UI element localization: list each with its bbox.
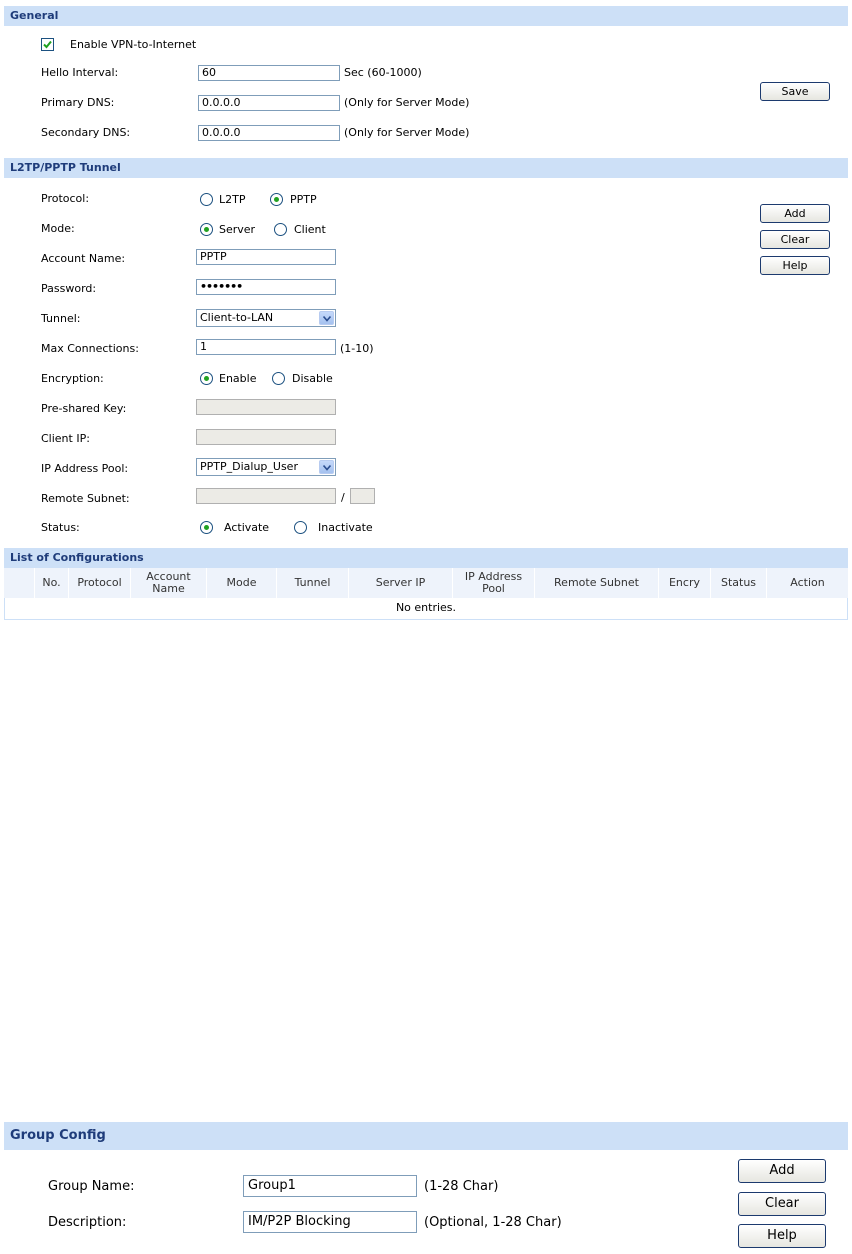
col-action: Action xyxy=(766,568,848,598)
tunnel-select[interactable]: Client-to-LAN xyxy=(196,309,336,327)
primary-dns-label: Primary DNS: xyxy=(41,96,115,109)
col-encry: Encry xyxy=(658,568,710,598)
secondary-dns-label: Secondary DNS: xyxy=(41,126,131,139)
status-activate-label: Activate xyxy=(224,521,270,534)
add-button[interactable]: Add xyxy=(760,204,830,223)
mode-client-label: Client xyxy=(294,223,326,236)
client-ip-input[interactable] xyxy=(196,429,336,445)
chevron-down-icon[interactable] xyxy=(319,460,334,474)
save-button[interactable]: Save xyxy=(760,82,830,101)
remote-subnet-label: Remote Subnet: xyxy=(41,492,130,505)
enable-vpn-label: Enable VPN-to-Internet xyxy=(70,38,197,51)
client-ip-label: Client IP: xyxy=(41,432,90,445)
help-button[interactable]: Help xyxy=(760,256,830,275)
hello-interval-input[interactable]: 60 xyxy=(198,65,340,81)
mode-client-radio[interactable] xyxy=(274,223,287,236)
protocol-l2tp-radio[interactable] xyxy=(200,193,213,206)
clear-button[interactable]: Clear xyxy=(760,230,830,249)
mode-label: Mode: xyxy=(41,222,75,235)
status-inactivate-label: Inactivate xyxy=(318,521,373,534)
ip-pool-select-value: PPTP_Dialup_User xyxy=(200,460,298,473)
password-input[interactable]: ••••••• xyxy=(196,279,336,295)
tunnel-select-value: Client-to-LAN xyxy=(200,311,274,324)
hello-interval-label: Hello Interval: xyxy=(41,66,119,79)
protocol-pptp-label: PPTP xyxy=(290,193,317,206)
group-config-header: Group Config xyxy=(4,1122,848,1150)
protocol-label: Protocol: xyxy=(41,192,90,205)
psk-input[interactable] xyxy=(196,399,336,415)
protocol-pptp-radio[interactable] xyxy=(270,193,283,206)
tunnel-label: Tunnel: xyxy=(41,312,81,325)
checkmark-icon xyxy=(43,40,52,49)
max-connections-input[interactable]: 1 xyxy=(196,339,336,355)
group-help-button[interactable]: Help xyxy=(738,1224,826,1248)
config-table-header: No. Protocol Account Name Mode Tunnel Se… xyxy=(4,568,848,598)
list-section-header: List of Configurations xyxy=(4,548,848,568)
general-section-header: General xyxy=(4,6,848,26)
mode-server-label: Server xyxy=(219,223,256,236)
table-empty-row: No entries. xyxy=(4,598,848,620)
description-input[interactable]: IM/P2P Blocking xyxy=(243,1211,417,1233)
encryption-enable-label: Enable xyxy=(219,372,257,385)
group-name-input[interactable]: Group1 xyxy=(243,1175,417,1197)
col-mode: Mode xyxy=(206,568,276,598)
status-label: Status: xyxy=(41,521,80,534)
mode-server-radio[interactable] xyxy=(200,223,213,236)
ip-pool-select[interactable]: PPTP_Dialup_User xyxy=(196,458,336,476)
status-inactivate-radio[interactable] xyxy=(294,521,307,534)
group-add-button[interactable]: Add xyxy=(738,1159,826,1183)
max-connections-label: Max Connections: xyxy=(41,342,139,355)
description-hint: (Optional, 1-28 Char) xyxy=(424,1215,562,1230)
primary-dns-input[interactable]: 0.0.0.0 xyxy=(198,95,340,111)
encryption-label: Encryption: xyxy=(41,372,104,385)
group-name-label: Group Name: xyxy=(48,1179,135,1194)
remote-subnet-separator: / xyxy=(341,491,345,504)
enable-vpn-checkbox[interactable] xyxy=(41,38,54,51)
col-server-ip: Server IP xyxy=(348,568,452,598)
tunnel-section-header: L2TP/PPTP Tunnel xyxy=(4,158,848,178)
encryption-disable-label: Disable xyxy=(292,372,333,385)
col-tunnel: Tunnel xyxy=(276,568,348,598)
remote-subnet-mask-input[interactable] xyxy=(350,488,375,504)
status-activate-radio[interactable] xyxy=(200,521,213,534)
col-spacer xyxy=(4,568,34,598)
encryption-enable-radio[interactable] xyxy=(200,372,213,385)
description-label: Description: xyxy=(48,1215,127,1230)
remote-subnet-ip-input[interactable] xyxy=(196,488,336,504)
col-remote-subnet: Remote Subnet xyxy=(534,568,658,598)
max-connections-hint: (1-10) xyxy=(340,342,374,355)
protocol-l2tp-label: L2TP xyxy=(219,193,246,206)
group-clear-button[interactable]: Clear xyxy=(738,1192,826,1216)
col-status: Status xyxy=(710,568,766,598)
group-name-hint: (1-28 Char) xyxy=(424,1179,499,1194)
col-protocol: Protocol xyxy=(68,568,130,598)
secondary-dns-input[interactable]: 0.0.0.0 xyxy=(198,125,340,141)
secondary-dns-hint: (Only for Server Mode) xyxy=(344,126,470,139)
col-ip-address-pool: IP Address Pool xyxy=(452,568,534,598)
hello-interval-hint: Sec (60-1000) xyxy=(344,66,422,79)
account-name-label: Account Name: xyxy=(41,252,126,265)
encryption-disable-radio[interactable] xyxy=(272,372,285,385)
primary-dns-hint: (Only for Server Mode) xyxy=(344,96,470,109)
chevron-down-icon[interactable] xyxy=(319,311,334,325)
col-no: No. xyxy=(34,568,68,598)
psk-label: Pre-shared Key: xyxy=(41,402,127,415)
account-name-input[interactable]: PPTP xyxy=(196,249,336,265)
ip-pool-label: IP Address Pool: xyxy=(41,462,129,475)
password-label: Password: xyxy=(41,282,97,295)
col-account-name: Account Name xyxy=(130,568,206,598)
